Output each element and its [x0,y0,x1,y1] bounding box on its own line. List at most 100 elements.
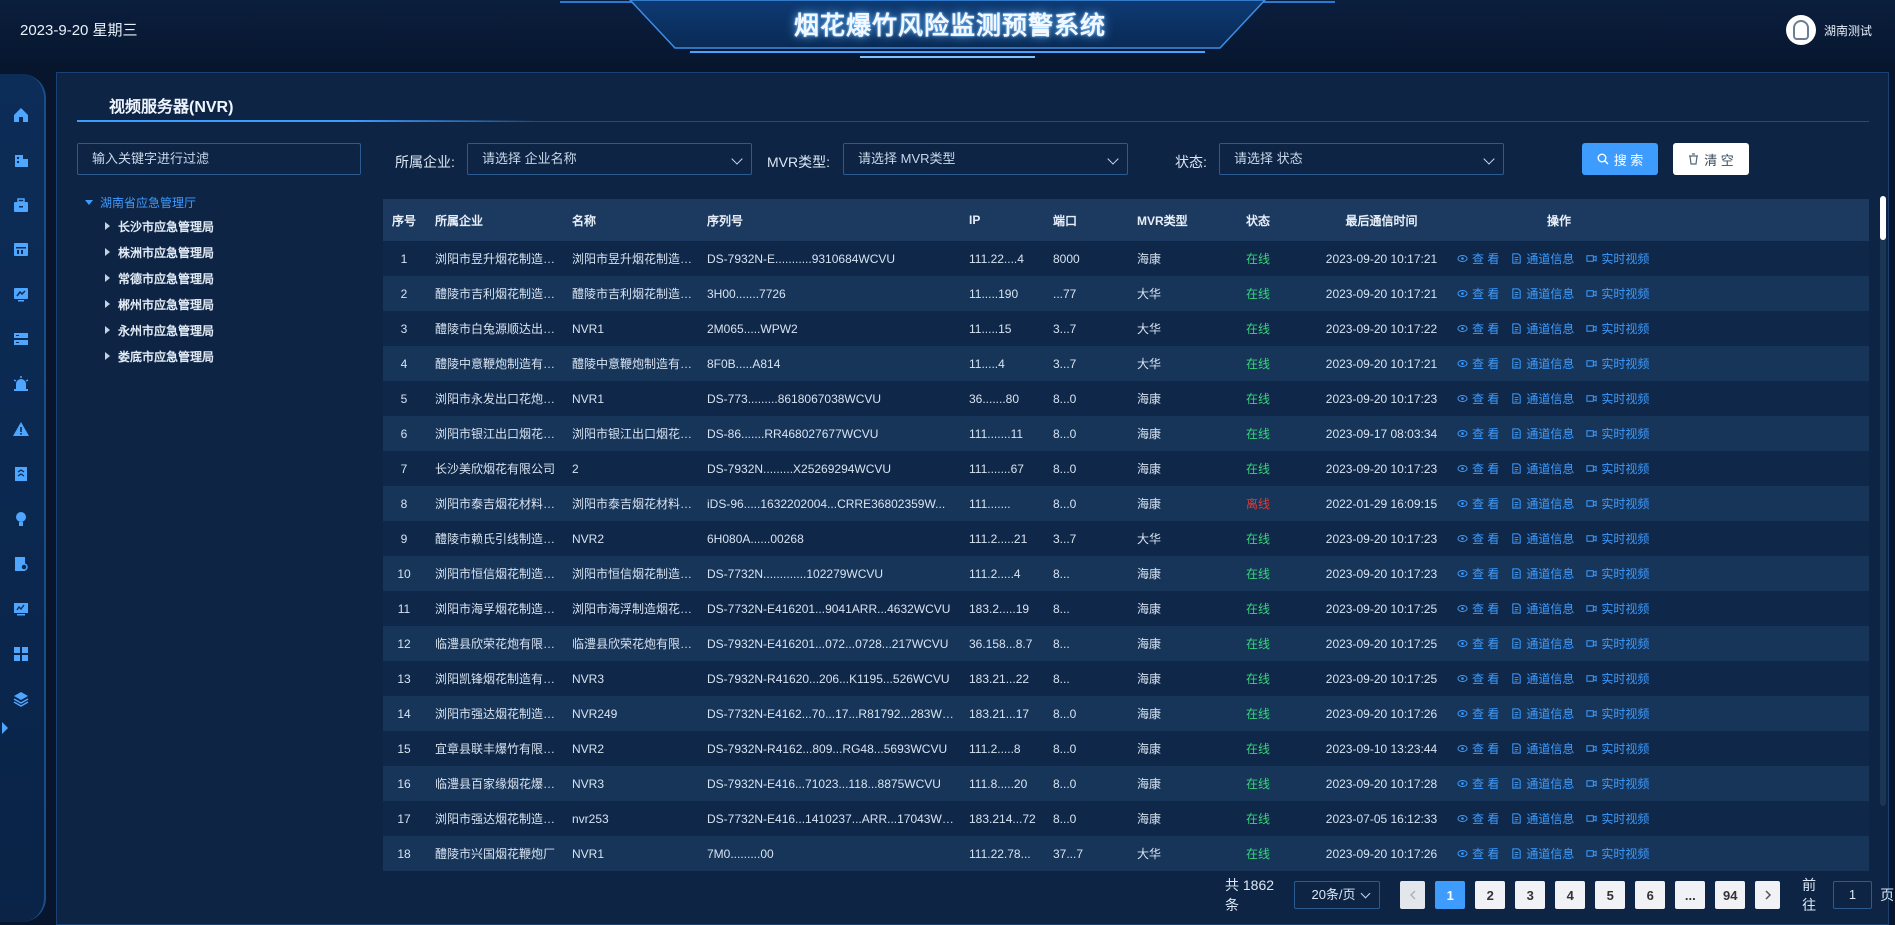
live-video-button[interactable]: 实时视频 [1586,460,1649,477]
live-video-button[interactable]: 实时视频 [1586,740,1649,757]
page-size-select[interactable]: 20条/页 [1294,881,1381,909]
channel-info-button[interactable]: 通道信息 [1511,845,1574,862]
live-video-button[interactable]: 实时视频 [1586,530,1649,547]
screen-icon[interactable] [12,600,30,618]
channel-info-button[interactable]: 通道信息 [1511,565,1574,582]
view-button[interactable]: 查 看 [1457,530,1499,547]
tree-root-label[interactable]: 湖南省应急管理厅 [100,194,196,211]
tree-node-label[interactable]: 常德市应急管理局 [118,270,214,287]
search-button[interactable]: 搜 索 [1582,143,1658,175]
channel-info-button[interactable]: 通道信息 [1511,600,1574,617]
collapse-icon[interactable] [105,222,110,230]
view-button[interactable]: 查 看 [1457,250,1499,267]
view-button[interactable]: 查 看 [1457,740,1499,757]
live-video-button[interactable]: 实时视频 [1586,425,1649,442]
view-button[interactable]: 查 看 [1457,320,1499,337]
document-search-icon[interactable] [12,555,30,573]
tree-node[interactable]: 株洲市应急管理局 [85,239,365,265]
view-button[interactable]: 查 看 [1457,670,1499,687]
company-select[interactable]: 请选择 企业名称 [467,143,752,175]
user-name[interactable]: 湖南测试 [1824,22,1872,39]
channel-info-button[interactable]: 通道信息 [1511,775,1574,792]
tree-node[interactable]: 郴州市应急管理局 [85,291,365,317]
channel-info-button[interactable]: 通道信息 [1511,250,1574,267]
warning-icon[interactable] [12,420,30,438]
view-button[interactable]: 查 看 [1457,810,1499,827]
user-menu[interactable]: 湖南测试 [1786,14,1872,46]
channel-info-button[interactable]: 通道信息 [1511,740,1574,757]
user-avatar[interactable] [1786,15,1816,45]
tree-node-label[interactable]: 永州市应急管理局 [118,322,214,339]
grid-icon[interactable] [12,645,30,663]
goto-page-input[interactable]: 1 [1832,881,1873,909]
more-pages-button[interactable]: ... [1675,881,1706,909]
channel-info-button[interactable]: 通道信息 [1511,670,1574,687]
briefcase-icon[interactable] [12,196,30,214]
channel-info-button[interactable]: 通道信息 [1511,810,1574,827]
tree-node[interactable]: 娄底市应急管理局 [85,343,365,369]
collapse-icon[interactable] [105,352,110,360]
collapse-icon[interactable] [105,248,110,256]
scrollbar-thumb[interactable] [1880,196,1886,240]
expand-icon[interactable] [85,199,93,205]
channel-info-button[interactable]: 通道信息 [1511,705,1574,722]
view-button[interactable]: 查 看 [1457,285,1499,302]
table-scrollbar[interactable] [1880,196,1886,806]
home-icon[interactable] [12,106,30,124]
page-button[interactable]: 1 [1435,881,1466,909]
live-video-button[interactable]: 实时视频 [1586,670,1649,687]
prev-page-button[interactable] [1400,881,1426,909]
tree-node-label[interactable]: 郴州市应急管理局 [118,296,214,313]
alarm-icon[interactable] [12,375,30,393]
live-video-button[interactable]: 实时视频 [1586,845,1649,862]
view-button[interactable]: 查 看 [1457,845,1499,862]
tree-node[interactable]: 永州市应急管理局 [85,317,365,343]
tree-filter-input[interactable]: 输入关键字进行过滤 [77,143,361,175]
tree-node[interactable]: 长沙市应急管理局 [85,213,365,239]
channel-info-button[interactable]: 通道信息 [1511,495,1574,512]
live-video-button[interactable]: 实时视频 [1586,600,1649,617]
live-video-button[interactable]: 实时视频 [1586,635,1649,652]
live-video-button[interactable]: 实时视频 [1586,495,1649,512]
tree-root[interactable]: 湖南省应急管理厅 [85,191,365,213]
page-button[interactable]: 2 [1475,881,1506,909]
bulb-icon[interactable] [12,510,30,528]
view-button[interactable]: 查 看 [1457,460,1499,477]
clear-button[interactable]: 清 空 [1673,143,1749,175]
view-button[interactable]: 查 看 [1457,390,1499,407]
live-video-button[interactable]: 实时视频 [1586,285,1649,302]
page-button[interactable]: 4 [1555,881,1586,909]
channel-info-button[interactable]: 通道信息 [1511,635,1574,652]
channel-info-button[interactable]: 通道信息 [1511,530,1574,547]
live-video-button[interactable]: 实时视频 [1586,565,1649,582]
tree-node-label[interactable]: 长沙市应急管理局 [118,218,214,235]
collapse-icon[interactable] [105,300,110,308]
monitor-icon[interactable] [12,285,30,303]
status-select[interactable]: 请选择 状态 [1219,143,1504,175]
live-video-button[interactable]: 实时视频 [1586,250,1649,267]
view-button[interactable]: 查 看 [1457,635,1499,652]
channel-info-button[interactable]: 通道信息 [1511,425,1574,442]
view-button[interactable]: 查 看 [1457,355,1499,372]
collapse-icon[interactable] [105,326,110,334]
channel-info-button[interactable]: 通道信息 [1511,320,1574,337]
channel-info-button[interactable]: 通道信息 [1511,285,1574,302]
page-button[interactable]: 94 [1715,881,1746,909]
live-video-button[interactable]: 实时视频 [1586,705,1649,722]
tree-node-label[interactable]: 株洲市应急管理局 [118,244,214,261]
live-video-button[interactable]: 实时视频 [1586,810,1649,827]
channel-info-button[interactable]: 通道信息 [1511,355,1574,372]
layers-icon[interactable] [12,690,30,708]
server-icon[interactable] [12,330,30,348]
live-video-button[interactable]: 实时视频 [1586,320,1649,337]
tree-node-label[interactable]: 娄底市应急管理局 [118,348,214,365]
view-button[interactable]: 查 看 [1457,705,1499,722]
page-button[interactable]: 6 [1635,881,1666,909]
view-button[interactable]: 查 看 [1457,600,1499,617]
live-video-button[interactable]: 实时视频 [1586,355,1649,372]
channel-info-button[interactable]: 通道信息 [1511,460,1574,477]
building-icon[interactable] [12,151,30,169]
report-icon[interactable] [12,465,30,483]
page-button[interactable]: 5 [1595,881,1626,909]
collapse-icon[interactable] [105,274,110,282]
